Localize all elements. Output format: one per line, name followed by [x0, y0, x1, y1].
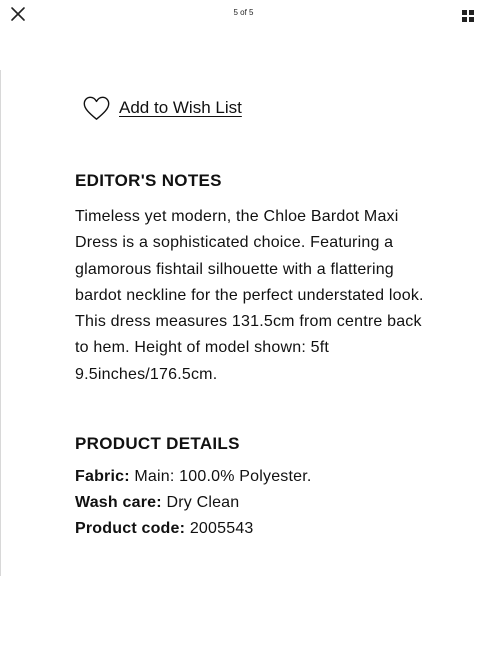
grid-view-button[interactable]: [462, 9, 474, 22]
fabric-value: Main: 100.0% Polyester.: [134, 468, 312, 485]
editors-notes-text: Timeless yet modern, the Chloe Bardot Ma…: [75, 204, 487, 388]
editors-notes-line: glamorous fishtail silhouette with a fla…: [75, 260, 394, 278]
fabric-row: Fabric: Main: 100.0% Polyester.: [75, 468, 312, 486]
wash-care-row: Wash care: Dry Clean: [75, 494, 239, 512]
heart-icon: [83, 96, 110, 120]
editors-notes-line: to hem. Height of model shown: 5ft: [75, 339, 330, 357]
editors-notes-line: 9.5inches/176.5cm.: [75, 365, 218, 383]
viewer-toolbar: 5 of 5: [0, 0, 487, 30]
page-indicator: 5 of 5: [233, 8, 254, 17]
product-code-row: Product code: 2005543: [75, 520, 254, 538]
fabric-label: Fabric:: [75, 468, 130, 485]
add-to-wishlist-button[interactable]: Add to Wish List: [83, 93, 242, 123]
grid-icon: [462, 10, 474, 22]
product-info-page: 5 of 5 Add to Wish List EDITOR'S NOTES T…: [0, 0, 487, 650]
editors-notes-line: This dress measures 131.5cm from centre …: [75, 313, 422, 331]
product-code-value: 2005543: [189, 520, 254, 537]
product-details-heading: PRODUCT DETAILS: [75, 434, 240, 453]
content-divider: [0, 70, 1, 576]
editors-notes-line: bardot neckline for the perfect understa…: [75, 286, 424, 304]
editors-notes-heading: EDITOR'S NOTES: [75, 171, 222, 190]
wash-care-label: Wash care:: [75, 494, 162, 511]
editors-notes-line: Dress is a sophisticated choice. Featuri…: [75, 234, 394, 252]
wishlist-link-label: Add to Wish List: [119, 98, 242, 117]
editors-notes-line: Timeless yet modern, the Chloe Bardot Ma…: [75, 208, 399, 225]
product-code-label: Product code:: [75, 520, 186, 537]
wash-care-value: Dry Clean: [166, 494, 240, 511]
